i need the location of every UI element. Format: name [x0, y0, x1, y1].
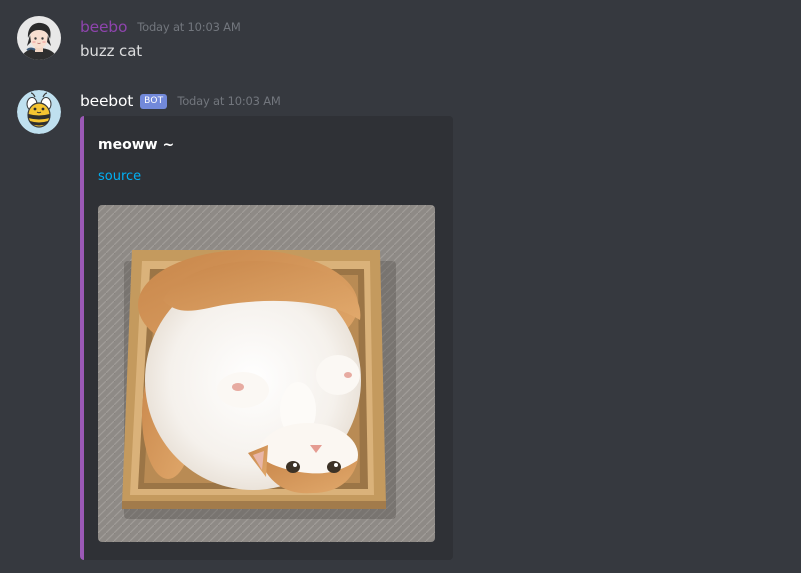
- cat-in-box-photo[interactable]: [98, 205, 435, 542]
- username[interactable]: beebot: [80, 92, 133, 110]
- message-header: beebot BOT Today at 10:03 AM: [80, 92, 281, 110]
- bot-tag: BOT: [140, 93, 168, 109]
- embed-title: meoww ~: [98, 137, 175, 153]
- bee-icon[interactable]: [17, 90, 61, 134]
- message-content: buzz cat: [80, 42, 143, 60]
- embed: meoww ~ source: [80, 116, 453, 560]
- timestamp: Today at 10:03 AM: [137, 20, 241, 34]
- message-header: beebo Today at 10:03 AM: [80, 18, 241, 36]
- user-avatar[interactable]: [17, 16, 61, 60]
- embed-source-link[interactable]: source: [98, 169, 141, 184]
- timestamp: Today at 10:03 AM: [177, 94, 281, 108]
- username[interactable]: beebo: [80, 18, 127, 36]
